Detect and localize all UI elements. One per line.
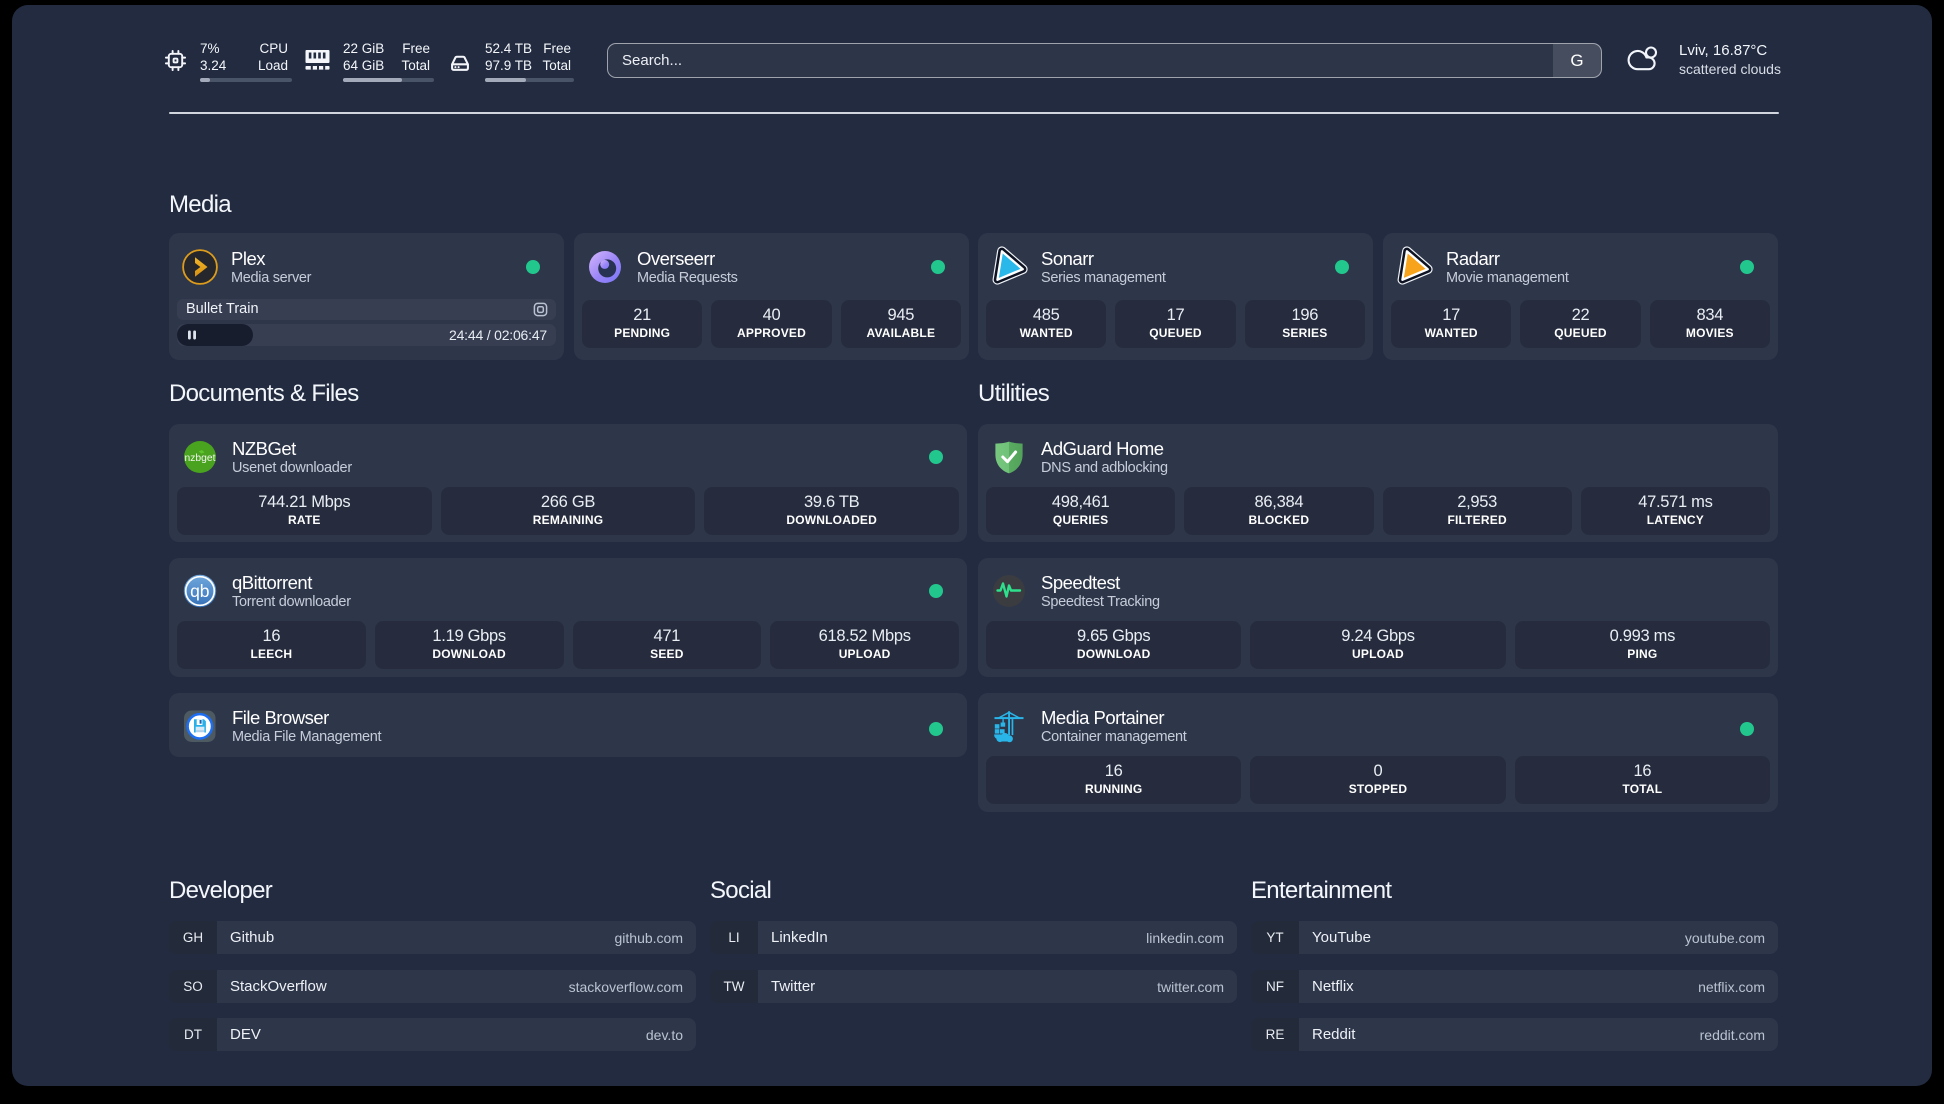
- svg-text:qb: qb: [190, 581, 209, 601]
- svg-text:nzbget: nzbget: [185, 453, 216, 464]
